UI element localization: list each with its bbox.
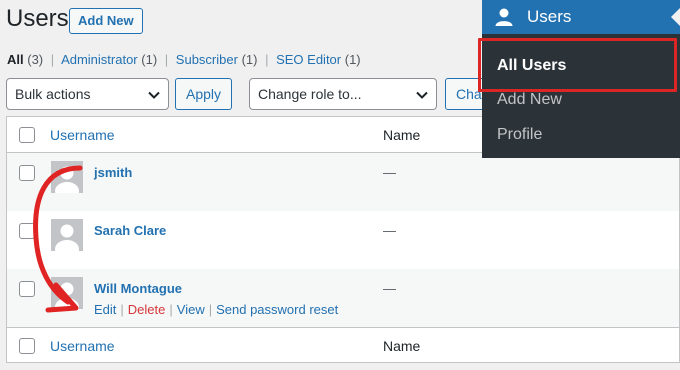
action-separator: | xyxy=(120,302,124,317)
avatar-placeholder-icon xyxy=(55,282,79,309)
delete-link[interactable]: Delete xyxy=(128,302,166,317)
menu-item-add-new[interactable]: Add New xyxy=(497,91,562,109)
menu-pointer xyxy=(671,8,680,26)
name-cell: — xyxy=(383,281,396,296)
bulk-actions-value: Bulk actions xyxy=(15,86,91,102)
menu-users-title: Users xyxy=(527,7,572,26)
filter-separator: | xyxy=(50,52,55,67)
filter-administrator-count: (1) xyxy=(141,52,158,67)
action-separator: | xyxy=(169,302,173,317)
table-footer: Username Name xyxy=(7,327,679,363)
add-new-button[interactable]: Add New xyxy=(69,8,143,34)
avatar-placeholder-icon xyxy=(55,224,79,251)
edit-link[interactable]: Edit xyxy=(94,302,116,317)
filter-subscriber-count: (1) xyxy=(241,52,258,67)
column-name: Name xyxy=(383,127,421,143)
avatar-placeholder-icon xyxy=(55,166,79,193)
filter-separator: | xyxy=(265,52,269,67)
avatar xyxy=(51,277,83,309)
avatar xyxy=(51,161,83,193)
change-role-select[interactable]: Change role to... xyxy=(249,78,437,110)
filter-all-count: (3) xyxy=(27,52,44,67)
action-separator: | xyxy=(208,302,213,317)
select-all-checkbox[interactable] xyxy=(19,338,35,354)
all-users-highlight xyxy=(478,38,677,92)
view-link[interactable]: View xyxy=(177,302,205,317)
page-title: Users xyxy=(6,5,69,32)
username-link[interactable]: Sarah Clare xyxy=(94,223,166,238)
avatar xyxy=(51,219,83,251)
select-all-checkbox[interactable] xyxy=(19,127,35,143)
change-role-value: Change role to... xyxy=(258,86,362,102)
filter-all[interactable]: All xyxy=(7,52,24,67)
column-name: Name xyxy=(383,338,421,354)
column-username[interactable]: Username xyxy=(50,338,115,354)
row-checkbox[interactable] xyxy=(19,281,35,297)
row-checkbox[interactable] xyxy=(19,165,35,181)
bulk-actions-select[interactable]: Bulk actions xyxy=(6,78,169,110)
username-link[interactable]: Will Montague xyxy=(94,281,182,296)
filter-seo-editor[interactable]: SEO Editor xyxy=(276,52,341,67)
apply-button[interactable]: Apply xyxy=(175,78,233,110)
column-username[interactable]: Username xyxy=(50,127,115,143)
filter-seo-editor-count: (1) xyxy=(344,52,361,67)
users-icon xyxy=(495,8,513,26)
filter-subscriber[interactable]: Subscriber xyxy=(176,52,238,67)
send-password-reset-link[interactable]: Send password reset xyxy=(216,302,338,317)
table-row: Will Montague — Edit | Delete | View | Send pa… xyxy=(7,269,679,327)
role-filter-links: All (3) | Administrator (1) | Subscriber… xyxy=(7,52,361,67)
chevron-down-icon xyxy=(416,91,428,99)
chevron-down-icon xyxy=(148,91,160,99)
name-cell: — xyxy=(383,165,396,180)
table-row: Sarah Clare — xyxy=(7,211,679,269)
filter-separator: | xyxy=(164,52,169,67)
filter-administrator[interactable]: Administrator xyxy=(61,52,138,67)
row-checkbox[interactable] xyxy=(19,223,35,239)
name-cell: — xyxy=(383,223,396,238)
menu-item-profile[interactable]: Profile xyxy=(497,126,542,144)
table-row: jsmith — xyxy=(7,153,679,211)
row-actions: Edit | Delete | View | Send password reset xyxy=(94,302,338,317)
username-link[interactable]: jsmith xyxy=(94,165,132,180)
menu-users-header[interactable]: Users xyxy=(482,0,680,34)
